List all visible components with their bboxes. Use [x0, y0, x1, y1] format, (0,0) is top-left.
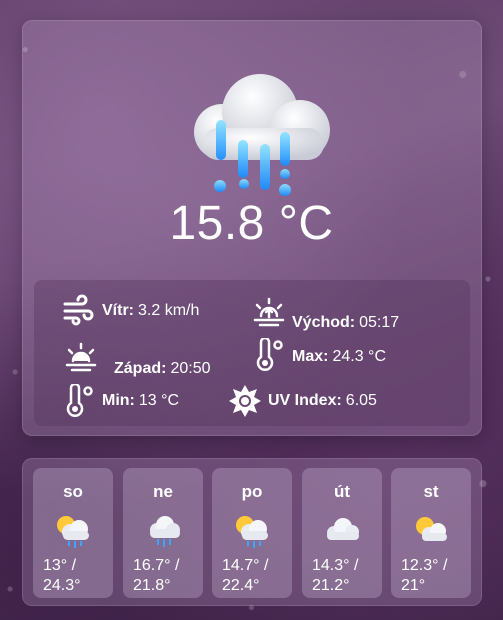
- forecast-day-name: so: [63, 482, 83, 501]
- cloud-icon: [327, 518, 359, 540]
- forecast-day[interactable]: ne 16.7° / 21.8°: [123, 468, 203, 598]
- forecast-low: 14.3° /: [312, 557, 359, 574]
- forecast-high: 21.8°: [133, 577, 171, 594]
- min-value: 13 °C: [138, 392, 180, 409]
- wind-icon: [63, 294, 94, 326]
- sunrise-icon: [253, 297, 285, 327]
- sunset-label: Západ:: [114, 360, 167, 377]
- sun-icon: [229, 385, 261, 417]
- current-temperature: 15.8 °C: [169, 197, 334, 250]
- forecast-high: 22.4°: [222, 577, 260, 594]
- forecast-low: 12.3° /: [401, 557, 448, 574]
- forecast-day-name: út: [333, 482, 351, 501]
- forecast-low: 13° /: [43, 557, 77, 574]
- forecast-day-name: po: [241, 482, 263, 501]
- forecast-day[interactable]: po 14.7° / 22.4°: [212, 468, 292, 598]
- thermometer-icon: [256, 338, 283, 371]
- uv-value: 6.05: [345, 392, 377, 409]
- thermometer-icon: [66, 384, 93, 417]
- rain-cloud-icon: [194, 74, 330, 196]
- sunrise-detail: Východ: 05:17: [252, 294, 399, 332]
- wind-detail: Vítr: 3.2 km/h: [62, 294, 199, 328]
- max-temp-detail: Max: 24.3 °C: [252, 338, 386, 372]
- forecast-low: 16.7° /: [133, 557, 180, 574]
- min-temp-detail: Min: 13 °C: [62, 384, 179, 418]
- sunrise-value: 05:17: [359, 314, 400, 331]
- forecast-low: 14.7° /: [222, 557, 269, 574]
- sun-cloud-rain-icon: [57, 516, 89, 548]
- sunset-value: 20:50: [170, 360, 211, 377]
- forecast-day[interactable]: út 14.3° / 21.2°: [302, 468, 382, 598]
- sunrise-label: Východ:: [292, 314, 356, 331]
- forecast-high: 21.2°: [312, 577, 350, 594]
- forecast-day[interactable]: so 13° / 24.3°: [33, 468, 113, 598]
- cloud-rain-icon: [150, 516, 180, 547]
- wind-label: Vítr:: [102, 302, 134, 319]
- sun-cloud-rain-icon: [236, 516, 268, 548]
- sunset-detail: Západ: 20:50: [64, 338, 211, 378]
- max-value: 24.3 °C: [332, 348, 386, 365]
- forecast-day-name: st: [423, 482, 439, 501]
- forecast-high: 24.3°: [43, 577, 81, 594]
- uv-index-detail: UV Index: 6.05: [228, 384, 377, 418]
- sunset-icon: [65, 342, 97, 372]
- forecast-day-name: ne: [153, 482, 173, 501]
- forecast-high: 21°: [401, 577, 426, 594]
- max-label: Max:: [292, 348, 329, 365]
- forecast-day[interactable]: st 12.3° / 21°: [391, 468, 471, 598]
- wind-value: 3.2 km/h: [138, 302, 200, 319]
- uv-label: UV Index:: [268, 392, 342, 409]
- min-label: Min:: [102, 392, 135, 409]
- sun-cloud-icon: [416, 517, 447, 541]
